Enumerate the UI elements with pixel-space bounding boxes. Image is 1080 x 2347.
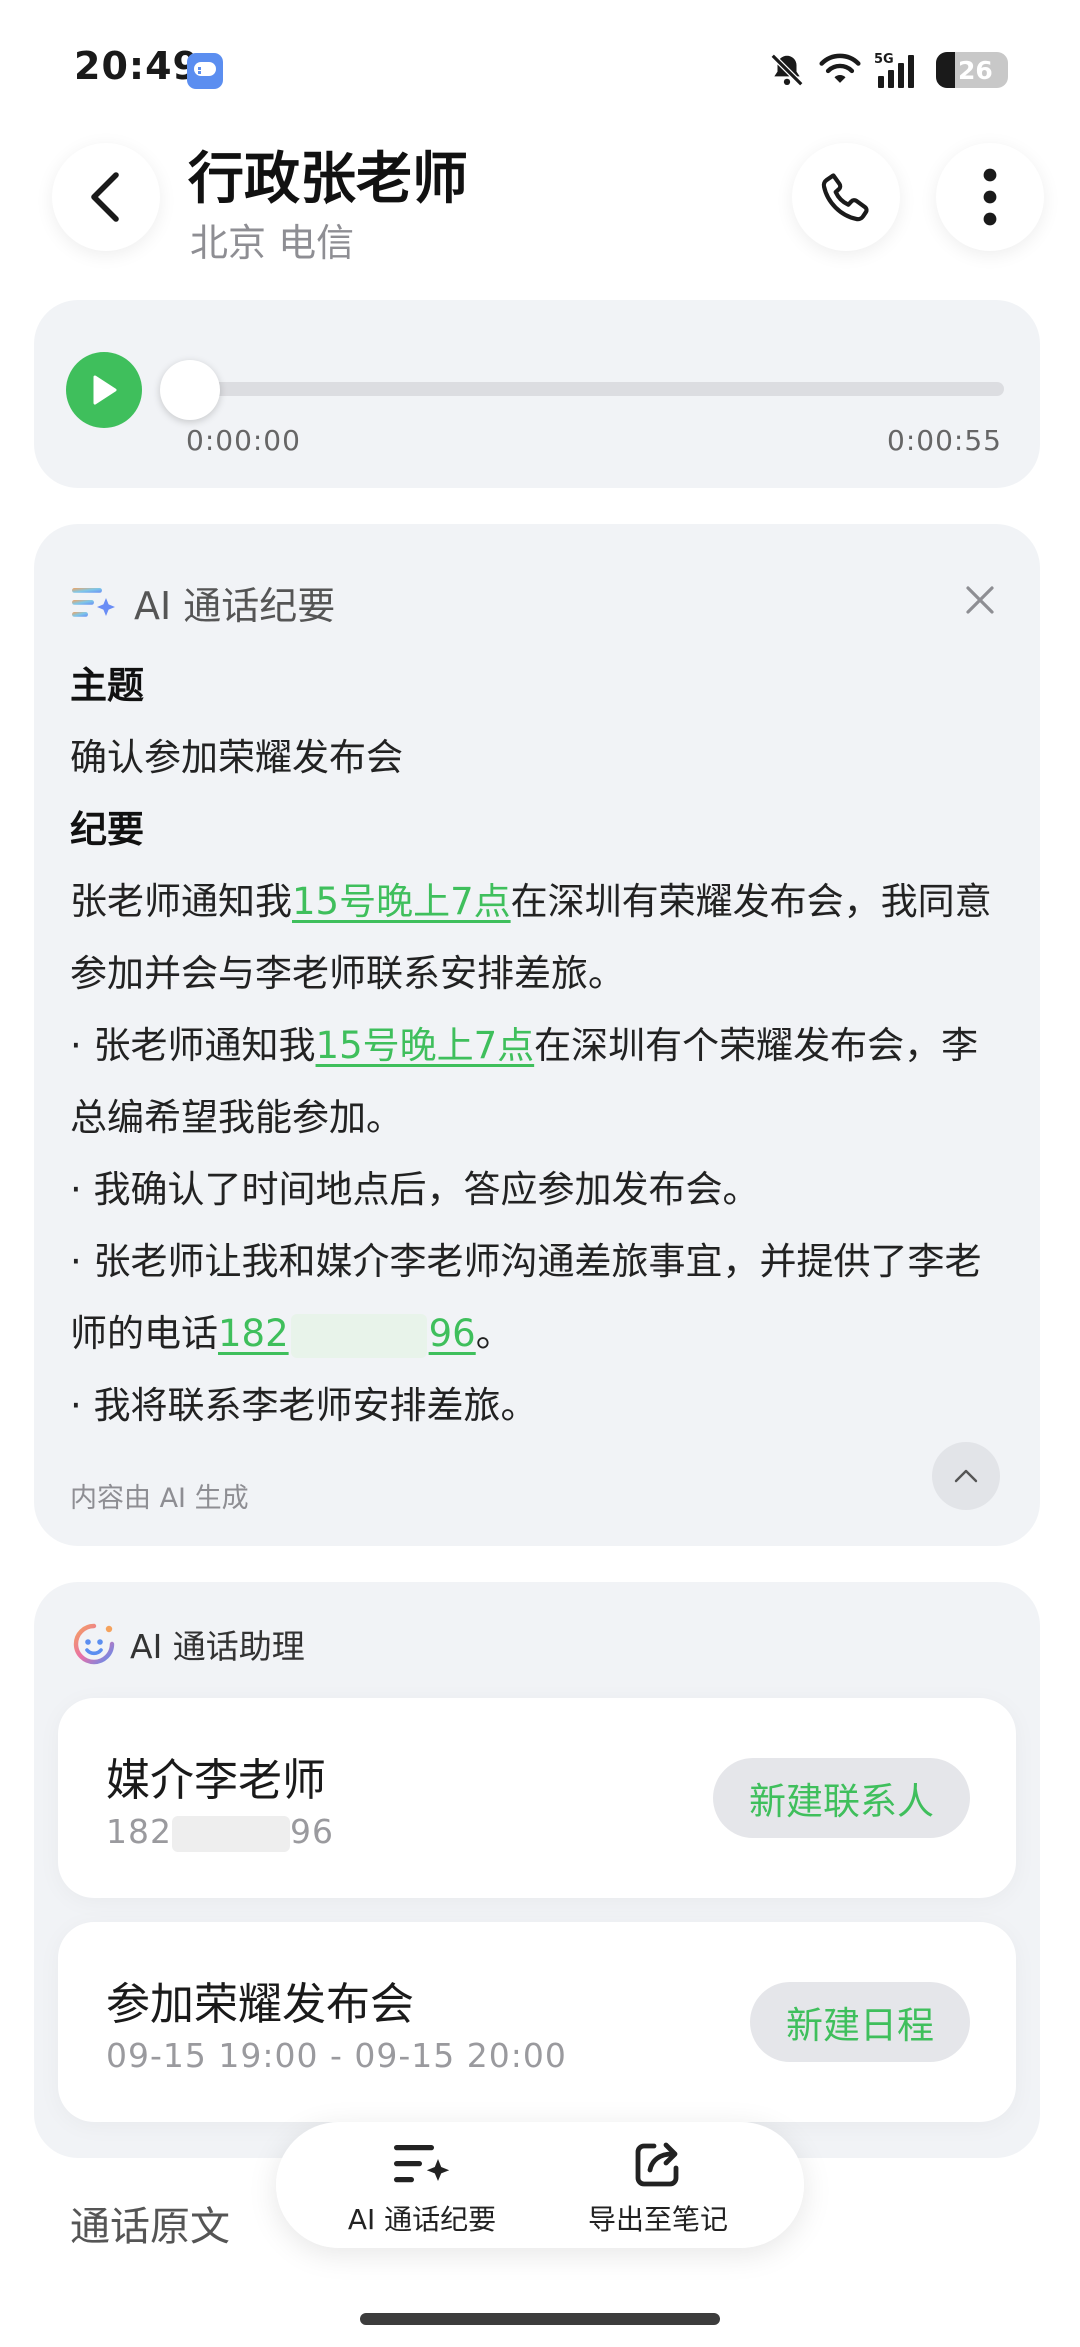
chevron-up-icon (954, 1469, 978, 1483)
battery-fill (936, 52, 955, 88)
minutes-bullet: · 我将联系李老师安排差旅。 (70, 1384, 538, 1427)
new-event-button[interactable]: 新建日程 (750, 1982, 970, 2062)
playback-progress-track[interactable] (190, 382, 1004, 396)
minutes-bullet: · 张老师通知我15号晚上7点在深圳有个荣耀发布会，李总编希望我能参加。 (70, 1010, 1010, 1154)
b3-text: · 张老师让我和媒介李老师沟通差旅事宜，并提供了李老师的电话 (70, 1240, 982, 1355)
minutes-bullet: · 我确认了时间地点后，答应参加发布会。 (70, 1168, 760, 1211)
ai-call-assistant-card: AI 通话助理 媒介李老师 182 96 新建联系人 参加荣耀发布会 09-15 … (34, 1582, 1040, 2158)
phone-start: 182 (218, 1312, 289, 1355)
time-link[interactable]: 15号晚上7点 (316, 1024, 535, 1067)
status-bar: 20:49 5G 26 (0, 0, 1080, 130)
share-export-icon (635, 2142, 679, 2187)
topic-text: 确认参加荣耀发布会 (70, 736, 403, 779)
suggested-contact-phone: 182 96 (106, 1812, 334, 1852)
play-button[interactable] (66, 352, 142, 428)
export-to-notes-action[interactable]: 导出至笔记 (548, 2134, 768, 2244)
call-button[interactable] (792, 143, 900, 251)
back-button[interactable] (52, 143, 160, 251)
playback-scrubber-handle[interactable] (160, 360, 220, 420)
topic-heading: 主题 (70, 664, 144, 707)
recording-player: 0:00:00 0:00:55 (34, 300, 1040, 488)
collapse-summary-button[interactable] (932, 1442, 1000, 1510)
cellular-signal-icon: 5G (874, 52, 914, 88)
ai-generated-disclaimer: 内容由 AI 生成 (70, 1483, 249, 1514)
suggested-event-title: 参加荣耀发布会 (106, 1979, 414, 2030)
call-record-detail-screen: 20:49 5G 26 行政张老师 北京 电信 0:00:00 0:00:55 … (0, 0, 1080, 2347)
battery-level: 26 (958, 56, 993, 85)
redacted-phone-digits (172, 1815, 290, 1852)
contact-phone-start: 182 (106, 1812, 172, 1851)
suggested-event-card: 参加荣耀发布会 09-15 19:00 - 09-15 20:00 新建日程 (58, 1922, 1016, 2122)
suggested-event-time: 09-15 19:00 - 09-15 20:00 (106, 2036, 567, 2075)
network-type-label: 5G (874, 52, 894, 67)
time-link[interactable]: 15号晚上7点 (292, 880, 511, 923)
ai-summary-sparkle-icon (72, 588, 115, 617)
status-time: 20:49 (74, 44, 200, 88)
ai-summary-action[interactable]: AI 通话纪要 (312, 2134, 532, 2244)
battery-indicator: 26 (936, 52, 1008, 88)
summary-header: AI 通话纪要 (70, 574, 335, 630)
home-indicator[interactable] (360, 2313, 720, 2325)
suggested-contact-card: 媒介李老师 182 96 新建联系人 (58, 1698, 1016, 1898)
minutes-paragraph: 张老师通知我15号晚上7点在深圳有荣耀发布会，我同意参加并会与李老师联系安排差旅… (70, 866, 1010, 1010)
contact-location-carrier: 北京 电信 (190, 221, 355, 265)
current-time: 0:00:00 (186, 424, 301, 457)
more-vertical-icon (983, 168, 997, 226)
wifi-icon (819, 53, 861, 83)
ai-call-summary-card: AI 通话纪要 主题 确认参加荣耀发布会 纪要 张老师通知我15号晚上7点在深圳… (34, 524, 1040, 1546)
ai-summary-icon (394, 2145, 450, 2183)
message-notification-icon (187, 53, 223, 89)
phone-end: 96 (428, 1312, 476, 1355)
mute-bell-icon (770, 53, 804, 87)
more-options-button[interactable] (936, 143, 1044, 251)
call-transcript-heading: 通话原文 (70, 2204, 230, 2250)
phone-icon (821, 173, 869, 222)
phone-number-link[interactable]: 182 96 (218, 1312, 476, 1358)
assistant-header: AI 通话助理 (70, 1614, 305, 1674)
bottom-action-bar: AI 通话纪要 导出至笔记 (276, 2122, 804, 2248)
p1-text: 张老师通知我 (70, 880, 292, 923)
b3-text-end: 。 (475, 1312, 513, 1355)
ai-assistant-face-icon (73, 1623, 115, 1665)
new-contact-button[interactable]: 新建联系人 (713, 1758, 970, 1838)
contact-name: 行政张老师 (188, 147, 468, 212)
chevron-left-icon (91, 172, 119, 222)
minutes-heading: 纪要 (70, 808, 144, 851)
summary-title: AI 通话纪要 (134, 583, 336, 628)
minutes-bullet: · 张老师让我和媒介李老师沟通差旅事宜，并提供了李老师的电话182 96。 (70, 1226, 1010, 1370)
export-to-notes-label: 导出至笔记 (587, 2203, 728, 2236)
close-icon (966, 586, 994, 614)
b1-text: · 张老师通知我 (70, 1024, 316, 1067)
contact-phone-end: 96 (290, 1812, 334, 1851)
play-icon (93, 375, 117, 405)
close-summary-button[interactable] (954, 574, 1006, 626)
summary-content: 主题 确认参加荣耀发布会 纪要 张老师通知我15号晚上7点在深圳有荣耀发布会，我… (70, 650, 1010, 1442)
ai-summary-action-label: AI 通话纪要 (347, 2203, 497, 2236)
status-icons: 5G 26 (768, 48, 1008, 92)
suggested-contact-name: 媒介李老师 (106, 1755, 326, 1806)
redacted-phone-digits (290, 1313, 427, 1358)
assistant-title: AI 通话助理 (130, 1627, 305, 1666)
total-duration: 0:00:55 (887, 424, 1002, 457)
